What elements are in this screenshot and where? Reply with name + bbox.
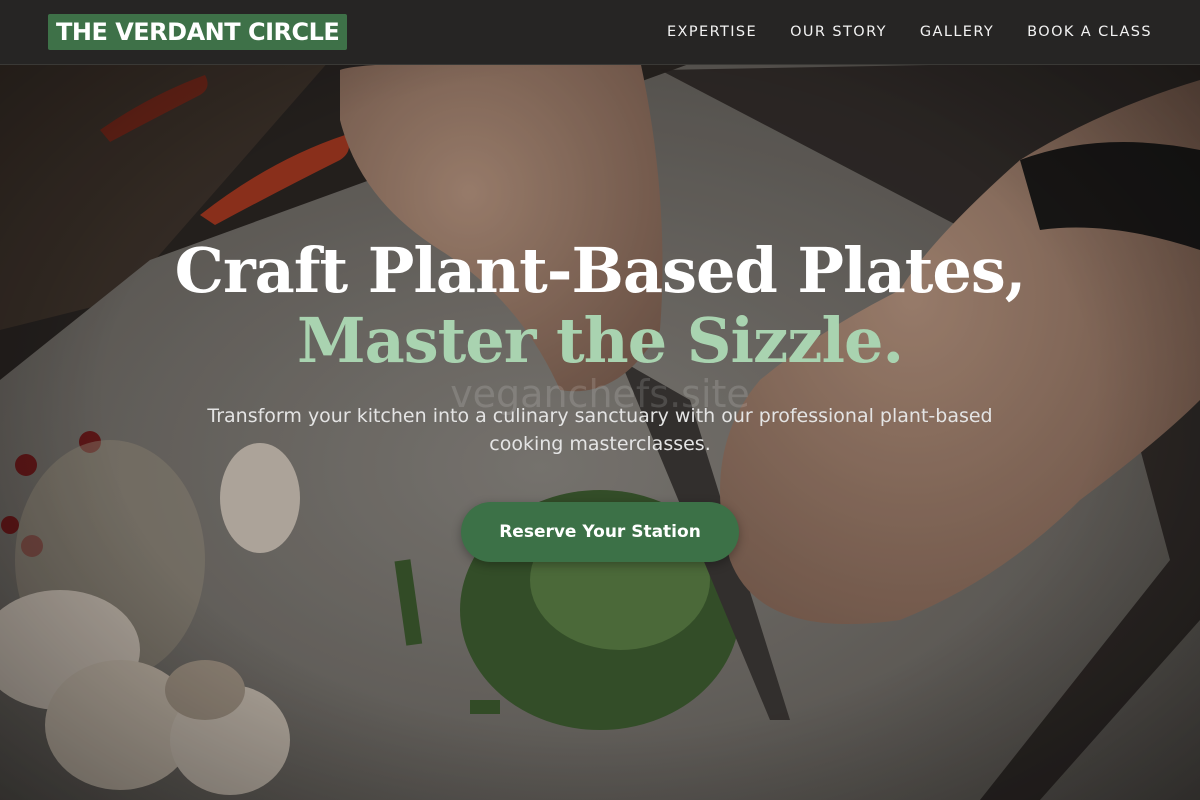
- nav-link-book-a-class[interactable]: BOOK A CLASS: [1027, 24, 1152, 40]
- hero-headline-line1: Craft Plant-Based Plates,: [174, 234, 1027, 307]
- brand-logo[interactable]: THE VERDANT CIRCLE: [48, 14, 348, 50]
- reserve-station-button[interactable]: Reserve Your Station: [461, 502, 739, 562]
- nav-link-our-story[interactable]: OUR STORY: [790, 24, 887, 40]
- nav-link-expertise[interactable]: EXPERTISE: [667, 24, 757, 40]
- hero-headline-line2: Master the Sizzle.: [296, 304, 904, 377]
- nav-links: EXPERTISE OUR STORY GALLERY BOOK A CLASS: [667, 24, 1152, 40]
- nav-link-gallery[interactable]: GALLERY: [920, 24, 994, 40]
- hero-subheadline: Transform your kitchen into a culinary s…: [207, 405, 993, 455]
- top-navbar: THE VERDANT CIRCLE EXPERTISE OUR STORY G…: [0, 0, 1200, 65]
- hero-content: Craft Plant-Based Plates, Master the Siz…: [0, 236, 1200, 458]
